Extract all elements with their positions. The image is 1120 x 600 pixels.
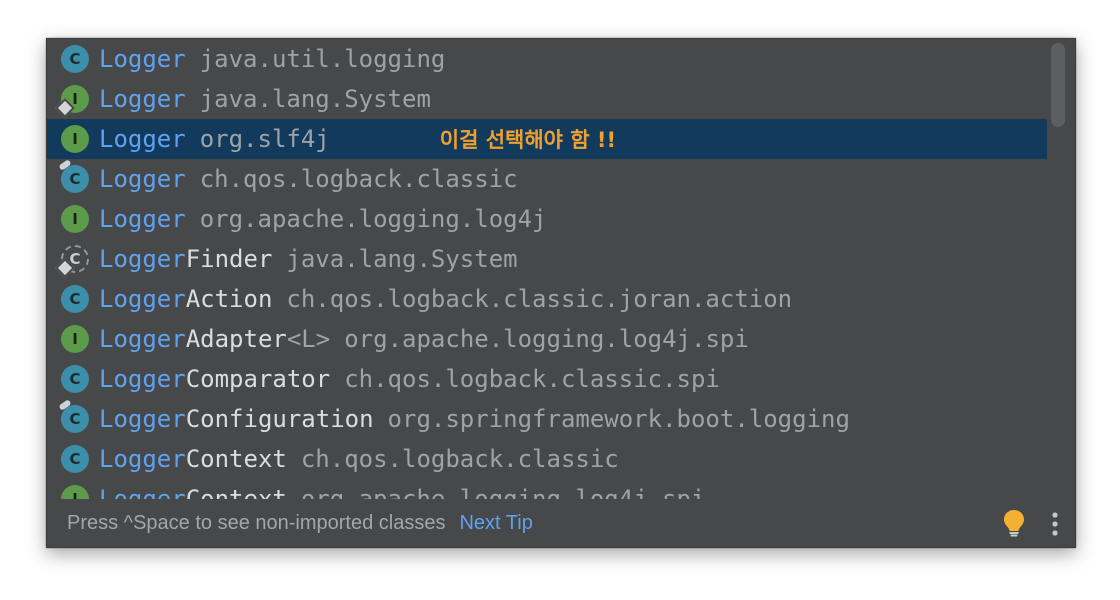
item-name-match: Logger xyxy=(99,325,186,353)
more-vertical-icon[interactable] xyxy=(1047,511,1063,537)
item-name-match: Logger xyxy=(99,365,186,393)
item-name-rest: Context xyxy=(185,485,287,499)
completion-item[interactable]: I Logger org.slf4j 이걸 선택해야 함 !! xyxy=(47,119,1047,159)
item-package: ch.qos.logback.classic xyxy=(300,445,619,473)
completion-item[interactable]: C Logger Configuration org.springframework.… xyxy=(47,399,1047,439)
item-name-match: Logger xyxy=(99,85,186,113)
interface-icon: I xyxy=(61,325,89,353)
item-name-match: Logger xyxy=(99,485,186,499)
completion-item[interactable]: I Logger java.lang.System xyxy=(47,79,1047,119)
scrollbar-thumb[interactable] xyxy=(1051,43,1065,127)
interface-icon: I xyxy=(55,85,89,118)
class-icon: C xyxy=(58,399,89,433)
completion-item[interactable]: I Logger org.apache.logging.log4j xyxy=(47,199,1047,239)
class-icon: C xyxy=(58,159,89,193)
completion-list: C Logger java.util.logging I Logger java.lang… xyxy=(47,39,1047,499)
item-package: java.util.logging xyxy=(199,45,446,73)
item-name-rest: Finder xyxy=(185,245,273,273)
item-name-match: Logger xyxy=(99,405,186,433)
item-name-rest: Context xyxy=(185,445,287,473)
item-package: org.apache.logging.log4j.spi xyxy=(344,325,749,353)
annotation-note: 이걸 선택해야 함 !! xyxy=(439,128,617,152)
class-icon: C xyxy=(61,365,89,393)
lightbulb-icon[interactable] xyxy=(1003,509,1025,537)
interface-icon: I xyxy=(61,205,89,233)
next-tip-link[interactable]: Next Tip xyxy=(459,512,532,535)
abstract-class-icon: C xyxy=(55,245,89,278)
class-icon: C xyxy=(61,445,89,473)
completion-popup: C Logger java.util.logging I Logger java.lang… xyxy=(46,38,1076,548)
completion-item[interactable]: C Logger Finder java.lang.System xyxy=(47,239,1047,279)
item-type-parameter: <L> xyxy=(286,325,331,353)
item-name-rest: Adapter xyxy=(185,325,287,353)
item-package: ch.qos.logback.classic.spi xyxy=(344,365,720,393)
item-name-match: Logger xyxy=(99,45,186,73)
item-name-rest: Action xyxy=(185,285,273,313)
completion-item[interactable]: C Logger Comparator ch.qos.logback.classic.… xyxy=(47,359,1047,399)
interface-icon: I xyxy=(61,125,89,153)
completion-item[interactable]: C Logger java.util.logging xyxy=(47,39,1047,79)
interface-icon: I xyxy=(61,485,89,499)
item-package: org.apache.logging.log4j.spi xyxy=(300,485,706,499)
item-package: ch.qos.logback.classic xyxy=(199,165,518,193)
item-name-rest: Configuration xyxy=(185,405,374,433)
item-package: java.lang.System xyxy=(286,245,518,273)
item-name-match: Logger xyxy=(99,205,186,233)
item-name-match: Logger xyxy=(99,445,186,473)
completion-item[interactable]: I Logger Context org.apache.logging.log4j.s… xyxy=(47,479,1047,499)
item-package: org.slf4j xyxy=(199,125,330,153)
completion-item[interactable]: C Logger Context ch.qos.logback.classic xyxy=(47,439,1047,479)
item-name-match: Logger xyxy=(99,125,186,153)
completion-item[interactable]: C Logger Action ch.qos.logback.classic.jora… xyxy=(47,279,1047,319)
item-name-rest: Comparator xyxy=(185,365,331,393)
item-name-match: Logger xyxy=(99,285,186,313)
completion-item[interactable]: I Logger Adapter <L> org.apache.logging.log4… xyxy=(47,319,1047,359)
class-icon: C xyxy=(61,45,89,73)
item-package: org.springframework.boot.logging xyxy=(387,405,850,433)
item-name-match: Logger xyxy=(99,165,186,193)
item-package: org.apache.logging.log4j xyxy=(199,205,547,233)
popup-footer: Press ^Space to see non-imported classes… xyxy=(47,499,1075,547)
completion-item[interactable]: C Logger ch.qos.logback.classic xyxy=(47,159,1047,199)
item-package: java.lang.System xyxy=(199,85,431,113)
class-icon: C xyxy=(61,285,89,313)
footer-hint-text: Press ^Space to see non-imported classes xyxy=(67,511,446,534)
item-package: ch.qos.logback.classic.joran.action xyxy=(286,285,793,313)
item-name-match: Logger xyxy=(99,245,186,273)
